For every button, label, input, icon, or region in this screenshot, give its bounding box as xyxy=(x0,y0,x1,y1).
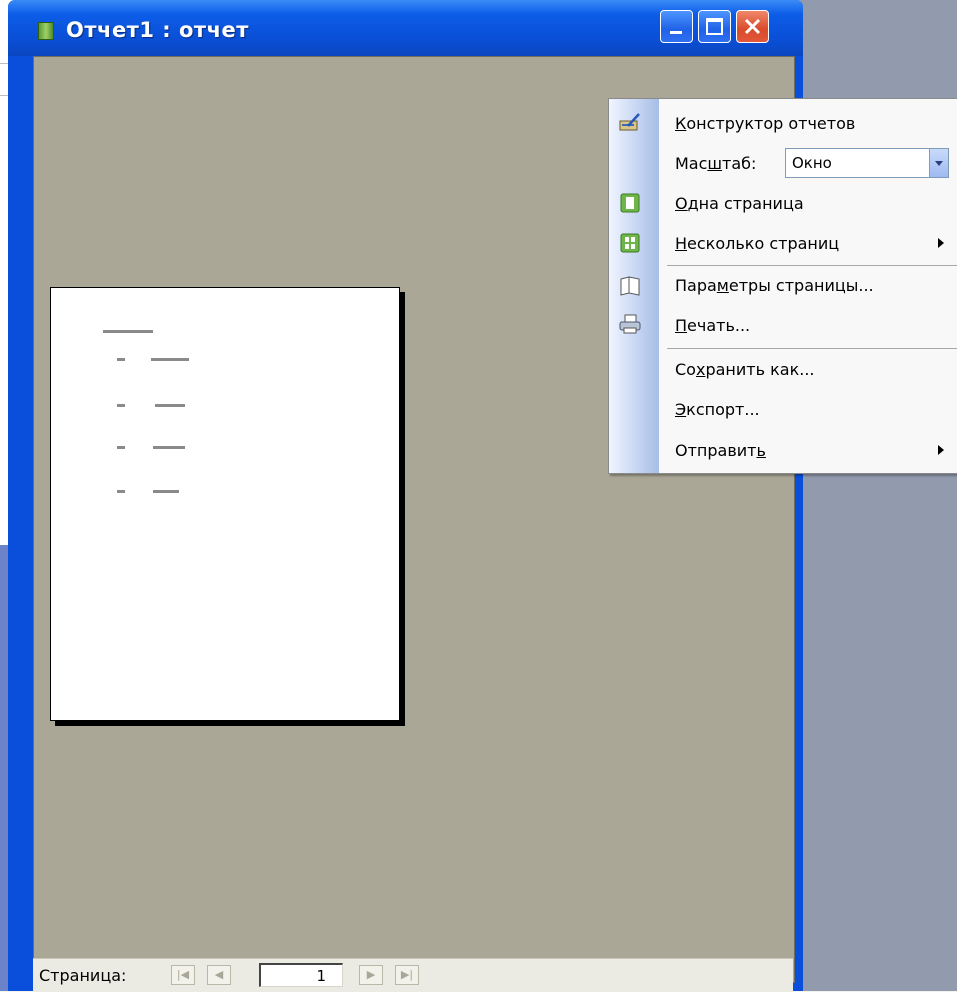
next-page-button[interactable]: ▶ xyxy=(359,965,383,985)
menu-item-one-page[interactable]: Одна страница xyxy=(609,184,957,224)
menu-item-send-to[interactable]: Отправить xyxy=(609,431,957,471)
window-title: Отчет1 : отчет xyxy=(66,18,249,42)
design-view-icon xyxy=(619,113,640,131)
navigation-bar: Страница: |◀ ◀ 1 ▶ ▶| xyxy=(33,958,793,992)
page-number-input[interactable]: 1 xyxy=(259,963,343,987)
previous-page-button[interactable]: ◀ xyxy=(207,965,231,985)
submenu-arrow-icon xyxy=(938,445,944,455)
menu-item-multiple-pages[interactable]: Несколько страниц xyxy=(609,224,957,264)
report-line xyxy=(153,490,179,493)
page-setup-icon xyxy=(620,276,640,296)
menu-separator xyxy=(667,348,957,349)
multiple-pages-icon xyxy=(620,233,640,253)
report-line xyxy=(155,404,185,407)
menu-item-export[interactable]: Экспорт... xyxy=(609,390,957,430)
print-icon xyxy=(619,314,641,334)
menu-item-page-setup[interactable]: Параметры страницы... xyxy=(609,266,957,306)
report-icon xyxy=(38,22,54,40)
zoom-select[interactable]: Окно xyxy=(785,148,949,178)
report-line xyxy=(117,358,125,361)
report-heading-placeholder xyxy=(103,330,153,333)
report-line xyxy=(117,490,125,493)
context-menu: Конструктор отчетов Масштаб: Окно Одна с… xyxy=(608,98,957,474)
report-page-preview[interactable] xyxy=(50,287,400,721)
menu-item-report-design[interactable]: Конструктор отчетов xyxy=(609,104,957,144)
report-line xyxy=(117,446,125,449)
report-line xyxy=(153,446,185,449)
report-line xyxy=(151,358,189,361)
menu-item-save-as[interactable]: Сохранить как... xyxy=(609,350,957,390)
report-line xyxy=(117,404,125,407)
menu-item-print[interactable]: Печать... xyxy=(609,306,957,346)
minimize-button[interactable] xyxy=(660,10,693,43)
chevron-down-icon[interactable] xyxy=(929,149,948,177)
close-button[interactable] xyxy=(736,10,769,43)
submenu-arrow-icon xyxy=(938,238,944,248)
one-page-icon xyxy=(620,193,640,213)
first-page-button[interactable]: |◀ xyxy=(171,965,195,985)
title-bar[interactable]: Отчет1 : отчет xyxy=(8,0,803,56)
maximize-button[interactable] xyxy=(698,10,731,43)
menu-item-zoom: Масштаб: Окно xyxy=(609,144,957,184)
page-label: Страница: xyxy=(39,966,127,985)
last-page-button[interactable]: ▶| xyxy=(395,965,419,985)
close-icon xyxy=(744,18,761,35)
